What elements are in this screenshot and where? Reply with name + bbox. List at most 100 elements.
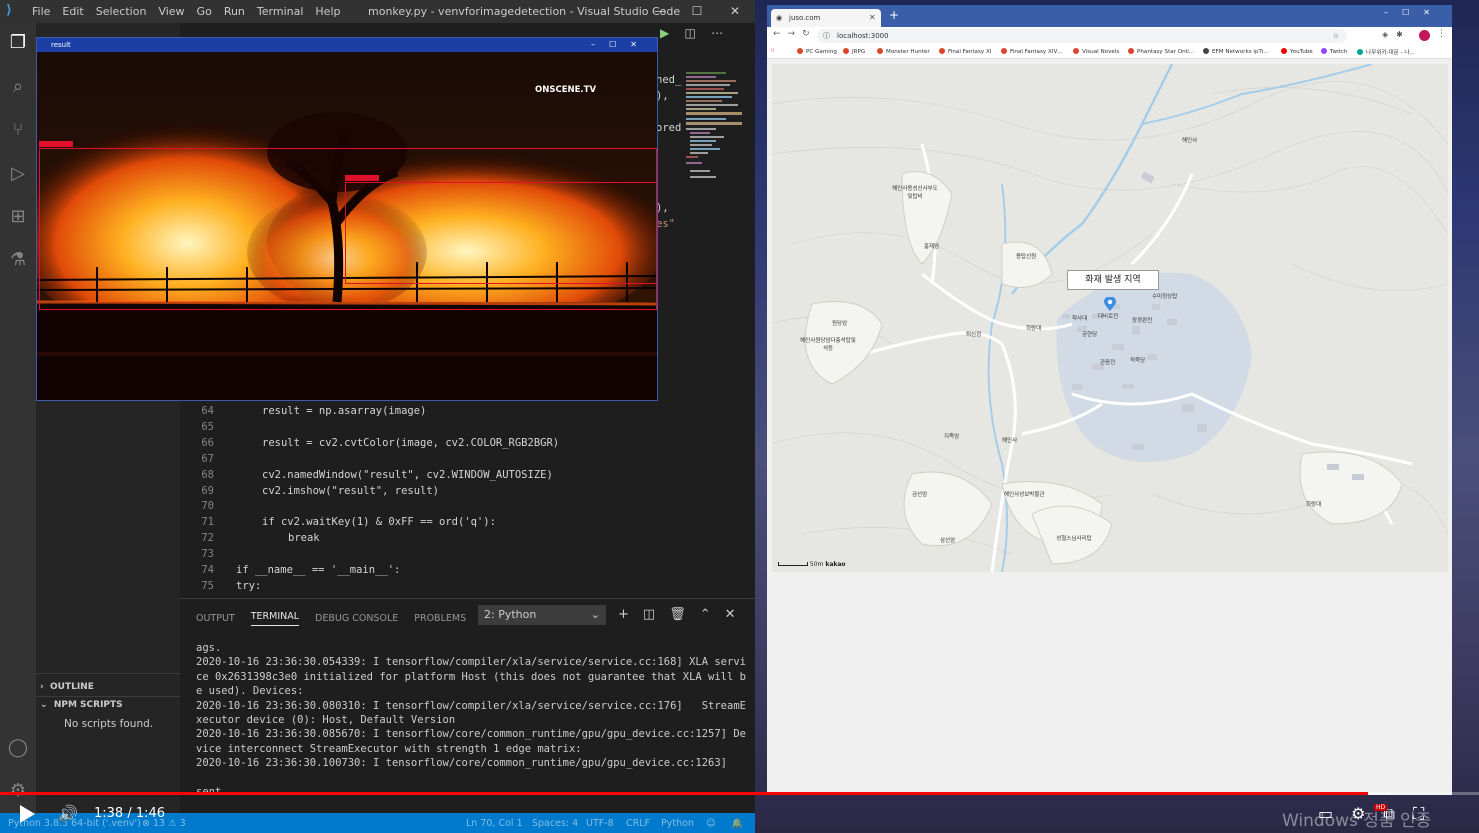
- line-number: 71: [201, 516, 214, 529]
- result-window-controls[interactable]: –☐✕: [591, 38, 651, 52]
- chrome-window-controls[interactable]: –☐✕: [1384, 8, 1444, 17]
- status-encoding[interactable]: UTF-8: [586, 818, 614, 829]
- outline-section[interactable]: › OUTLINE: [40, 682, 94, 692]
- maximize-icon[interactable]: ☐: [682, 2, 712, 20]
- menu-terminal[interactable]: Terminal: [257, 5, 304, 18]
- menu-run[interactable]: Run: [224, 5, 245, 18]
- map-poi: 원당암: [832, 321, 848, 327]
- result-window[interactable]: result –☐✕ ONSCENE.TV: [36, 37, 658, 401]
- extensions-icon[interactable]: ⊞: [6, 205, 30, 229]
- menu-go[interactable]: Go: [197, 5, 212, 18]
- menu-selection[interactable]: Selection: [96, 5, 147, 18]
- apps-icon[interactable]: ⁞⁞: [771, 48, 775, 54]
- status-cursor-position[interactable]: Ln 70, Col 1: [466, 818, 523, 829]
- bookmark-label: Final Fantasy XIV...: [1010, 49, 1062, 55]
- map-poi: 용탑선원: [1016, 254, 1037, 260]
- bookmark-item[interactable]: EFM Networks ipTi...: [1203, 48, 1269, 55]
- trash-icon[interactable]: 🗑: [669, 607, 686, 622]
- star-icon[interactable]: ☆: [1333, 29, 1339, 43]
- chevron-up-icon[interactable]: ⌃: [700, 607, 711, 622]
- code-fragment: ned_: [656, 74, 682, 86]
- close-panel-icon[interactable]: ✕: [725, 607, 736, 622]
- tab-debug-console[interactable]: DEBUG CONSOLE: [315, 613, 398, 624]
- testing-icon[interactable]: ⚗: [6, 248, 30, 272]
- menu-view[interactable]: View: [158, 5, 184, 18]
- map-poi: 장경판전: [1132, 318, 1153, 324]
- menu-help[interactable]: Help: [315, 5, 340, 18]
- tab-title: juso.com: [789, 14, 821, 22]
- code-fragment: ),: [656, 202, 669, 214]
- tab-output[interactable]: OUTPUT: [196, 613, 235, 624]
- tab-strip: ◉ juso.com ✕ + –☐✕: [767, 5, 1452, 27]
- minimap[interactable]: [684, 70, 744, 190]
- subtitles-icon[interactable]: ▭: [1318, 804, 1333, 824]
- new-tab-icon[interactable]: +: [889, 8, 899, 22]
- npm-scripts-section[interactable]: ⌄ NPM SCRIPTS: [40, 700, 123, 710]
- more-actions-icon[interactable]: ⋯: [711, 26, 723, 40]
- bookmark-item[interactable]: 나무위키:대문 - 나...: [1357, 48, 1415, 56]
- bookmark-label: Visual Novels: [1082, 49, 1120, 55]
- tab-terminal[interactable]: TERMINAL: [250, 611, 300, 626]
- play-button[interactable]: [18, 804, 36, 824]
- menu-kebab-icon[interactable]: ⋮: [1437, 29, 1446, 39]
- bookmarks-bar: ⁞⁞ PC Gaming JRPG Monster Hunter Final F…: [767, 45, 1452, 59]
- split-terminal-icon[interactable]: ◫: [643, 607, 655, 622]
- tab-close-icon[interactable]: ✕: [869, 9, 876, 27]
- explorer-icon[interactable]: ❐: [6, 31, 30, 55]
- fullscreen-icon[interactable]: ⛶: [1413, 804, 1424, 824]
- bookmark-item[interactable]: Visual Novels: [1073, 48, 1119, 55]
- terminal-selector[interactable]: 2: Python ⌄: [478, 605, 606, 625]
- kakao-map[interactable]: 화재 발생 지역 해인사 해인사용성선사부도및탑비 홍제암 용탑선원 해인사원당…: [772, 64, 1448, 572]
- status-indentation[interactable]: Spaces: 4: [532, 818, 578, 829]
- window-title: monkey.py - venvforimagedetection - Visu…: [368, 5, 681, 18]
- volume-icon[interactable]: 🔊: [58, 804, 80, 824]
- address-bar[interactable]: ⓘ localhost:3000 ☆: [817, 29, 1347, 43]
- bookmark-item[interactable]: Final Fantasy XI: [939, 48, 991, 55]
- minimize-icon[interactable]: —: [645, 2, 675, 20]
- run-python-icon[interactable]: ▶: [660, 26, 669, 40]
- progress-buffered: [1368, 792, 1391, 795]
- bookmark-item[interactable]: PC Gaming: [797, 48, 837, 55]
- menu-edit[interactable]: Edit: [62, 5, 83, 18]
- code-line: 72 break: [180, 532, 740, 548]
- new-terminal-icon[interactable]: +: [618, 607, 629, 622]
- code-fragment: ored: [656, 122, 682, 134]
- panel-controls: + ◫ 🗑 ⌃ ✕: [618, 607, 736, 622]
- bell-icon[interactable]: 🔔: [731, 818, 743, 829]
- settings-gear-icon[interactable]: ⚙: [1351, 804, 1365, 824]
- bookmark-item[interactable]: JRPG: [843, 48, 865, 55]
- nav-buttons[interactable]: ←→↻: [773, 29, 817, 39]
- chevron-down-icon: ⌄: [590, 608, 600, 621]
- terminal-output[interactable]: ags. 2020-10-16 23:36:30.054339: I tensor…: [196, 641, 746, 799]
- menu-file[interactable]: File: [32, 5, 50, 18]
- bookmark-item[interactable]: YouTube: [1281, 48, 1313, 55]
- bookmark-label: Phantasy Star Onli...: [1137, 49, 1195, 55]
- account-icon[interactable]: ◯: [6, 736, 30, 760]
- map-poi: 해인사원당암다층석탑및석등: [800, 338, 856, 352]
- bookmark-item[interactable]: Phantasy Star Onli...: [1128, 48, 1194, 55]
- browser-tab[interactable]: ◉ juso.com ✕: [771, 9, 881, 27]
- extension-icons[interactable]: ◈✱: [1382, 30, 1411, 39]
- bookmark-item[interactable]: Monster Hunter: [877, 48, 930, 55]
- bookmark-label: Final Fantasy XI: [948, 49, 992, 55]
- bookmark-item[interactable]: Twitch: [1321, 48, 1347, 55]
- code-fragment: es": [656, 218, 675, 230]
- settings-gear-icon[interactable]: ⚙: [6, 779, 30, 803]
- bookmark-item[interactable]: Final Fantasy XIV...: [1001, 48, 1062, 55]
- activity-bar: ❐ ⌕ ⑂ ▷ ⊞ ⚗ ◯ ⚙: [0, 23, 36, 813]
- source-control-icon[interactable]: ⑂: [6, 118, 30, 142]
- vscode-window: ⟩ File Edit Selection View Go Run Termin…: [0, 0, 755, 833]
- search-icon[interactable]: ⌕: [6, 75, 30, 99]
- feedback-icon[interactable]: ☺: [706, 818, 716, 829]
- line-number: 72: [201, 532, 214, 545]
- status-eol[interactable]: CRLF: [626, 818, 650, 829]
- avatar[interactable]: [1419, 30, 1430, 41]
- run-debug-icon[interactable]: ▷: [6, 162, 30, 186]
- terminal-line: 2020-10-16 23:36:30.080310: I tensorflow…: [196, 699, 746, 712]
- map-marker-icon[interactable]: [1104, 296, 1116, 311]
- map-provider-logo: kakao: [825, 561, 846, 568]
- split-editor-icon[interactable]: ◫: [685, 26, 696, 40]
- status-language[interactable]: Python: [661, 818, 694, 829]
- close-icon[interactable]: ✕: [720, 2, 750, 20]
